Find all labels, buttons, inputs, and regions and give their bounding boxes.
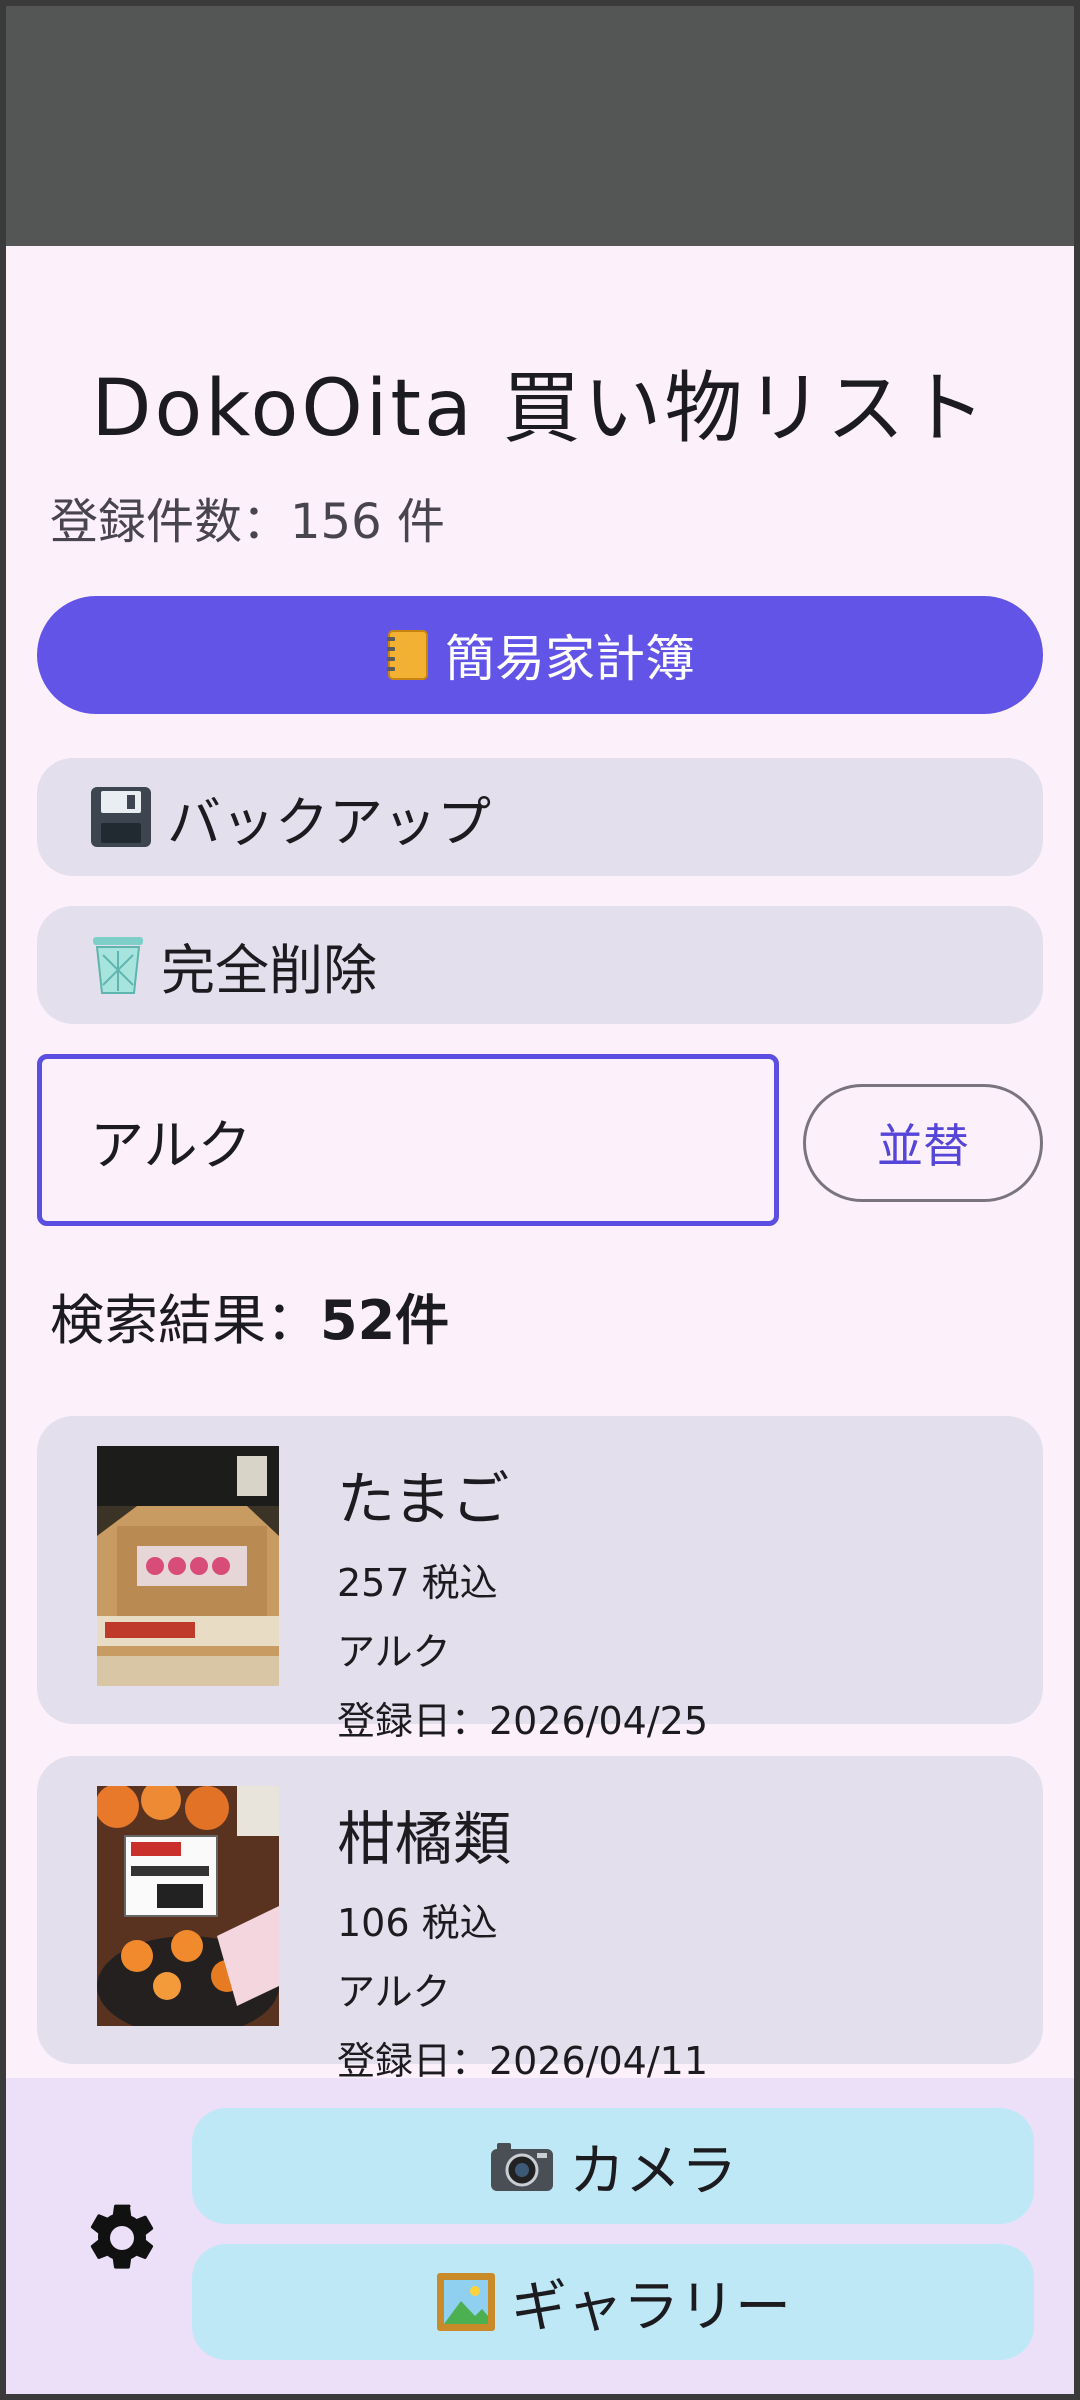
delete-all-label: 完全削除 bbox=[161, 938, 377, 1002]
sort-label: 並替 bbox=[877, 1119, 969, 1173]
search-input-value: アルク bbox=[90, 1113, 252, 1177]
floppy-disk-icon bbox=[89, 785, 153, 849]
search-result-count: 検索結果：52件 bbox=[50, 1276, 449, 1355]
app-screen: DokoOita 買い物リスト 登録件数：156 件 簡易家計簿 バックアップ bbox=[6, 246, 1074, 2394]
framed-picture-icon bbox=[435, 2271, 497, 2333]
camera-label: カメラ bbox=[569, 2138, 737, 2204]
search-result-label: 検索結果： bbox=[50, 1289, 320, 1352]
status-bar bbox=[6, 6, 1074, 246]
registered-count: 登録件数：156 件 bbox=[50, 494, 445, 550]
page-title: DokoOita 買い物リスト bbox=[91, 364, 989, 454]
household-budget-button[interactable]: 簡易家計簿 bbox=[37, 596, 1043, 714]
search-input[interactable]: アルク bbox=[37, 1054, 779, 1226]
list-item[interactable]: 柑橘類 106 税込 アルク 登録日：2026/04/11 bbox=[37, 1756, 1043, 2083]
gear-icon[interactable] bbox=[82, 2198, 162, 2278]
backup-button[interactable]: バックアップ bbox=[37, 758, 1043, 876]
item-name: 柑橘類 bbox=[337, 1805, 512, 1873]
item-store: アルク bbox=[337, 1630, 451, 1674]
sort-button[interactable]: 並替 bbox=[803, 1084, 1043, 1202]
backup-label: バックアップ bbox=[167, 790, 491, 854]
item-store: アルク bbox=[337, 1970, 451, 2014]
gallery-button[interactable]: ギャラリー bbox=[192, 2244, 1034, 2360]
list-item[interactable]: たまご 257 税込 アルク 登録日：2026/04/25 bbox=[37, 1416, 1043, 1743]
item-name: たまご bbox=[337, 1465, 510, 1533]
item-photo bbox=[97, 1786, 279, 2026]
notebook-icon bbox=[385, 629, 431, 681]
item-date: 登録日：2026/04/25 bbox=[337, 1699, 709, 1743]
camera-button[interactable]: カメラ bbox=[192, 2108, 1034, 2224]
search-result-number: 52件 bbox=[320, 1289, 450, 1352]
bottom-action-bar: カメラ ギャラリー bbox=[6, 2078, 1074, 2394]
trash-bin-icon bbox=[89, 933, 147, 997]
item-price: 257 税込 bbox=[337, 1561, 498, 1605]
camera-icon bbox=[489, 2139, 555, 2193]
item-photo bbox=[97, 1446, 279, 1686]
delete-all-button[interactable]: 完全削除 bbox=[37, 906, 1043, 1024]
household-budget-label: 簡易家計簿 bbox=[445, 630, 695, 688]
gallery-label: ギャラリー bbox=[511, 2274, 791, 2340]
item-date: 登録日：2026/04/11 bbox=[337, 2039, 709, 2083]
item-price: 106 税込 bbox=[337, 1901, 498, 1945]
